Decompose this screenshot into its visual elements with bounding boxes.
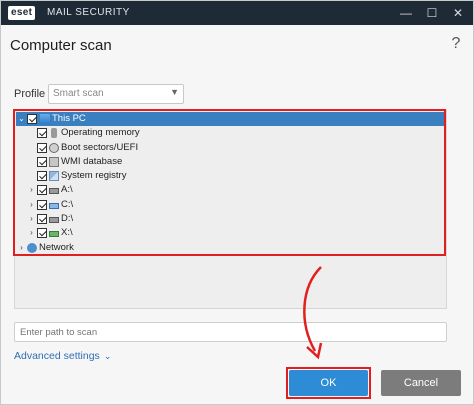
profile-selected-value: Smart scan	[53, 88, 104, 99]
page-title: Computer scan	[10, 37, 112, 54]
profile-dropdown[interactable]: Smart scan ▼	[48, 84, 184, 104]
app-title: MAIL SECURITY	[47, 7, 130, 18]
close-button[interactable]: ✕	[447, 4, 469, 22]
help-icon[interactable]: ?	[448, 35, 464, 53]
annotation-arrow-icon	[303, 266, 323, 360]
computer-scan-window: eset MAIL SECURITY — ☐ ✕ Computer scan ?…	[0, 0, 474, 405]
tree-highlight-outline	[13, 109, 446, 256]
profile-label: Profile	[14, 88, 46, 100]
ok-button[interactable]: OK	[289, 370, 368, 396]
eset-logo: eset	[8, 6, 36, 20]
minimize-button[interactable]: —	[395, 4, 417, 22]
advanced-settings-label: Advanced settings	[14, 350, 100, 362]
title-bar: eset MAIL SECURITY — ☐ ✕	[1, 1, 473, 25]
chevron-down-icon: ▼	[170, 87, 179, 97]
maximize-button[interactable]: ☐	[421, 4, 443, 22]
cancel-button[interactable]: Cancel	[381, 370, 461, 396]
advanced-settings-link[interactable]: Advanced settings ⌄	[14, 350, 111, 362]
chevron-down-icon: ⌄	[103, 351, 112, 361]
scan-path-input[interactable]	[14, 322, 447, 342]
